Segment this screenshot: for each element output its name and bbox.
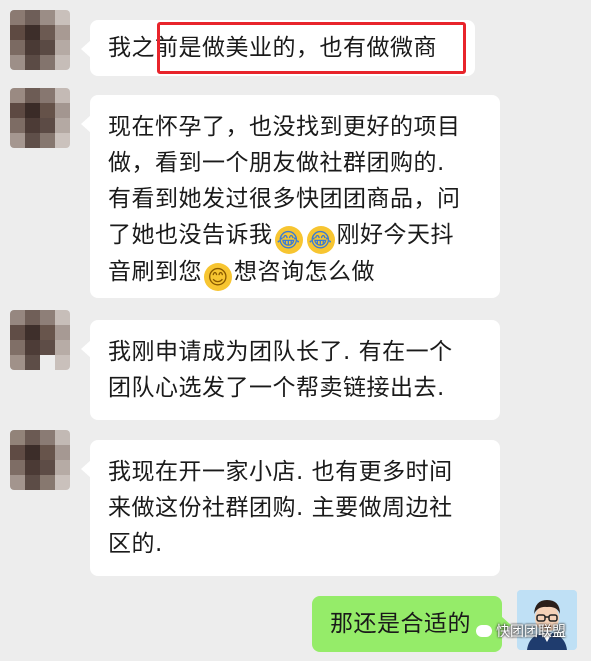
avatar[interactable]	[10, 430, 70, 490]
message-text: 那还是合适的	[330, 611, 471, 637]
message-line: 我现在开一家小店. 也有更多时间	[108, 459, 453, 485]
avatar[interactable]	[10, 10, 70, 70]
avatar[interactable]	[10, 310, 70, 370]
message-text: 我之前是做美业的，也有做微商	[108, 35, 437, 61]
my-message-bubble[interactable]: 那还是合适的	[312, 596, 511, 652]
message-text: 音刷到您	[108, 259, 202, 285]
message-bubble[interactable]: 我之前是做美业的，也有做微商	[81, 20, 475, 76]
message-line: 我刚申请成为团队长了. 有在一个	[108, 339, 453, 365]
cartoon-avatar-icon	[517, 590, 577, 650]
message-line: 有看到她发过很多快团团商品，问	[108, 186, 461, 212]
message-line: 音刷到您 😊 想咨询怎么做	[108, 254, 482, 291]
message-line: 区的.	[108, 531, 163, 557]
message-bubble[interactable]: 现在怀孕了，也没找到更好的项目 做，看到一个朋友做社群团购的. 有看到她发过很多…	[81, 95, 500, 298]
message-text: 了她也没告诉我	[108, 222, 273, 248]
message-line: 了她也没告诉我 😂 😂 刚好今天抖	[108, 217, 482, 254]
message-line: 团队心选发了一个帮卖链接出去.	[108, 375, 445, 401]
message-line: 来做这份社群团购. 主要做周边社	[108, 495, 453, 521]
watermark-text: 快团团联盟	[496, 624, 566, 640]
message-line: 做，看到一个朋友做社群团购的.	[108, 150, 445, 176]
smiling-emoji-icon: 😊	[204, 263, 232, 291]
wechat-icon	[476, 625, 492, 637]
message-bubble[interactable]: 我刚申请成为团队长了. 有在一个 团队心选发了一个帮卖链接出去.	[81, 320, 500, 420]
watermark: 快团团联盟	[476, 621, 566, 641]
avatar[interactable]	[10, 88, 70, 148]
message-text: 刚好今天抖	[336, 222, 454, 248]
message-bubble[interactable]: 我现在开一家小店. 也有更多时间 来做这份社群团购. 主要做周边社 区的.	[81, 440, 500, 576]
message-line: 现在怀孕了，也没找到更好的项目	[108, 114, 461, 140]
laughing-emoji-icon: 😂	[274, 226, 303, 254]
message-text: 想咨询怎么做	[234, 259, 375, 285]
self-avatar[interactable]	[517, 590, 577, 650]
laughing-emoji-icon: 😂	[306, 226, 335, 254]
